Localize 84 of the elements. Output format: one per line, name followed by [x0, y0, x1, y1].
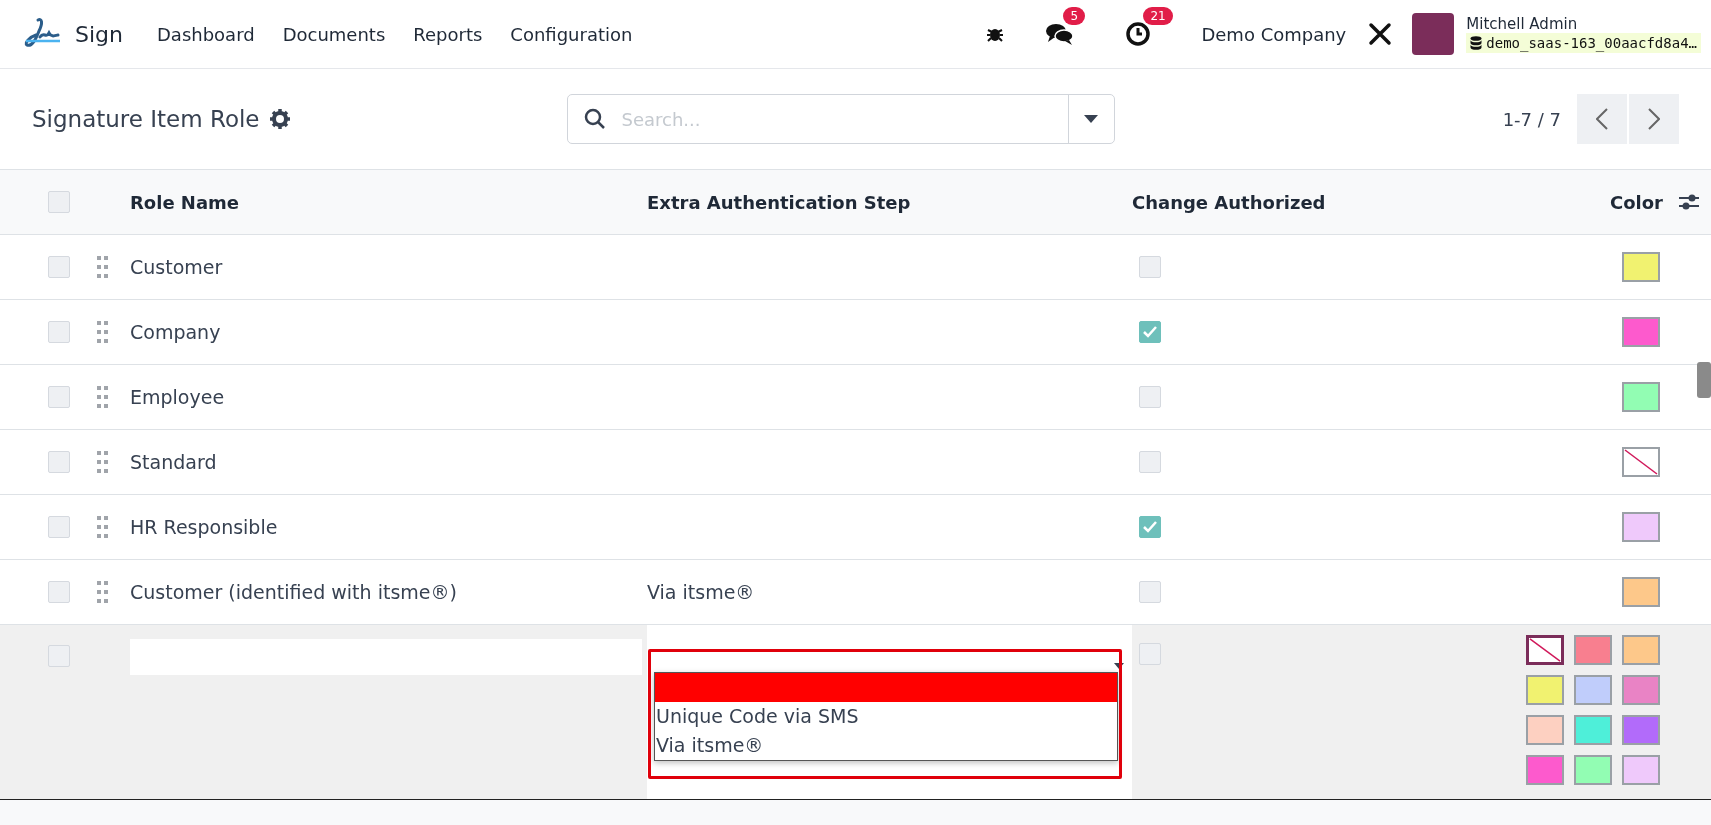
color-option[interactable]	[1622, 715, 1660, 745]
color-option[interactable]	[1574, 635, 1612, 665]
menu-item[interactable]: Reports	[399, 23, 497, 45]
caret-icon	[1084, 115, 1098, 123]
notification-badge: 5	[1063, 7, 1086, 25]
table-cell-text: Company	[130, 321, 222, 343]
color-swatch[interactable]	[1622, 382, 1660, 412]
next-page-button[interactable]	[1629, 94, 1679, 144]
select-all-checkbox[interactable]	[48, 191, 70, 213]
column-settings-icon[interactable]	[1679, 193, 1699, 211]
color-swatch[interactable]	[1622, 317, 1660, 347]
checkbox[interactable]	[1139, 256, 1161, 278]
color-swatch[interactable]	[1622, 512, 1660, 542]
menu-item[interactable]: Dashboard	[143, 23, 269, 45]
drag-handle-icon[interactable]	[97, 516, 109, 538]
checkmark-icon	[1143, 521, 1157, 533]
color-swatch[interactable]	[1622, 447, 1660, 477]
checkbox[interactable]	[1139, 386, 1161, 408]
row-checkbox[interactable]	[48, 321, 70, 343]
menu-item[interactable]: Documents	[268, 23, 400, 45]
select-field[interactable]: Unique Code via SMS Via itsme®	[647, 625, 1132, 799]
caret-icon	[1114, 663, 1124, 669]
database-icon	[1470, 36, 1483, 50]
color-option[interactable]	[1526, 715, 1564, 745]
checkbox[interactable]	[1139, 581, 1161, 603]
drag-handle-icon[interactable]	[97, 386, 109, 408]
color-option[interactable]	[1574, 755, 1612, 785]
color-swatch[interactable]	[1622, 252, 1660, 282]
dropdown-option[interactable]	[655, 673, 1117, 702]
checkbox[interactable]	[1139, 451, 1161, 473]
column-header[interactable]: Change Authorized	[1132, 191, 1497, 213]
drag-handle-icon[interactable]	[97, 581, 109, 603]
pager-value[interactable]: 1-7 / 7	[1502, 108, 1561, 130]
chevron-right-icon	[1648, 108, 1660, 130]
row-checkbox[interactable]	[48, 581, 70, 603]
row-checkbox[interactable]	[48, 386, 70, 408]
table-cell-text: Via itsme®	[647, 581, 756, 603]
color-option[interactable]	[1574, 715, 1612, 745]
color-option[interactable]	[1622, 675, 1660, 705]
table-cell-text: Customer	[130, 256, 224, 278]
row-checkbox[interactable]	[48, 451, 70, 473]
checkbox[interactable]	[1139, 321, 1161, 343]
search-field[interactable]: Search...	[566, 94, 1115, 144]
page-title: Signature Item Role	[32, 106, 260, 132]
clock-icon[interactable]	[1125, 21, 1152, 47]
checkbox[interactable]	[1139, 516, 1161, 538]
chevron-left-icon	[1596, 108, 1608, 130]
row-checkbox[interactable]	[48, 256, 70, 278]
user-avatar[interactable]	[1412, 13, 1455, 55]
scrollbar-thumb[interactable]	[1697, 362, 1711, 398]
app-name[interactable]: Sign	[75, 21, 123, 47]
color-option[interactable]	[1526, 755, 1564, 785]
row-checkbox[interactable]	[48, 645, 70, 667]
column-header[interactable]: Extra Authentication Step	[647, 191, 1132, 213]
column-header[interactable]: Color	[1610, 191, 1663, 213]
color-option[interactable]	[1622, 635, 1660, 665]
checkmark-icon	[1143, 326, 1157, 338]
database-name: demo_saas-163_00aacfd8a4…	[1466, 33, 1701, 53]
drag-handle-icon[interactable]	[97, 321, 109, 343]
dropdown-option[interactable]: Unique Code via SMS	[655, 702, 1117, 731]
settings-icon[interactable]	[269, 109, 290, 129]
drag-handle-icon[interactable]	[97, 451, 109, 473]
column-header[interactable]: Role Name	[130, 191, 647, 213]
table-cell-text: HR Responsible	[130, 516, 279, 538]
dropdown-option[interactable]: Via itsme®	[655, 731, 1117, 760]
color-swatch[interactable]	[1622, 577, 1660, 607]
dropdown-list[interactable]: Unique Code via SMS Via itsme®	[654, 672, 1118, 761]
checkbox[interactable]	[1139, 643, 1161, 665]
company-switcher[interactable]: Demo Company	[1201, 23, 1347, 45]
table-cell-text: Customer (identified with itsme®)	[130, 581, 458, 603]
color-option[interactable]	[1622, 755, 1660, 785]
row-checkbox[interactable]	[48, 516, 70, 538]
notification-badge: 21	[1143, 7, 1173, 25]
color-option[interactable]	[1526, 635, 1564, 665]
drag-handle-icon[interactable]	[97, 256, 109, 278]
color-option[interactable]	[1526, 675, 1564, 705]
table-cell-text: Employee	[130, 386, 226, 408]
color-option[interactable]	[1574, 675, 1612, 705]
chat-icon[interactable]	[1045, 21, 1076, 47]
user-name[interactable]: Mitchell Admin	[1466, 15, 1701, 33]
table-cell-text: Standard	[130, 451, 218, 473]
previous-page-button[interactable]	[1577, 94, 1627, 144]
search-icon	[583, 108, 606, 130]
menu-item[interactable]: Configuration	[496, 23, 647, 45]
